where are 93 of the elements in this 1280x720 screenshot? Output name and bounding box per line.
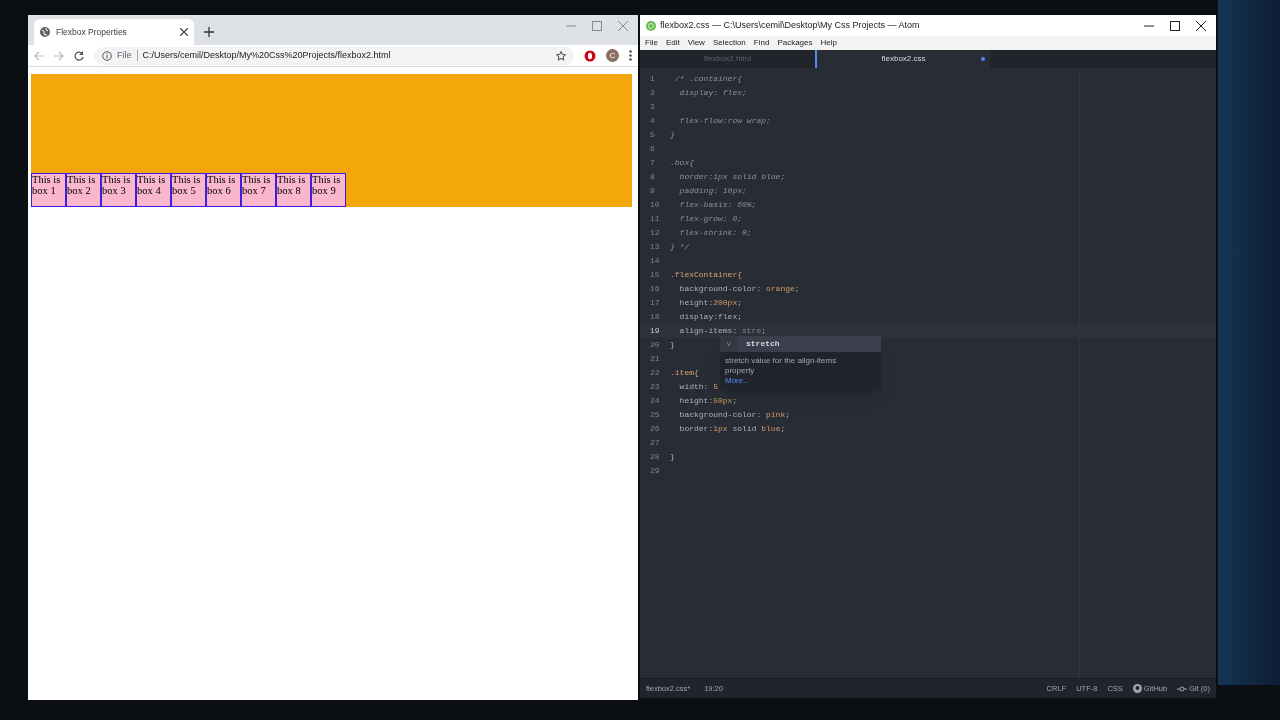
code-line: flex-grow: 0; <box>678 213 742 225</box>
line-number: 6 <box>649 143 656 155</box>
code-line: align-items: stre; <box>678 325 767 337</box>
suggestion-row[interactable]: v stretch <box>720 336 881 352</box>
flex-item: This is box 7 <box>241 173 276 207</box>
star-icon[interactable] <box>556 50 566 61</box>
line-number: 15 <box>649 269 661 281</box>
line-number: 27 <box>649 437 661 449</box>
code-line: flex-shrink: 0; <box>678 227 752 239</box>
code-line: width: 5 <box>678 381 719 393</box>
window-title: flexbox2.css — C:\Users\cemil\Desktop\My Css Projects — Atom <box>660 18 920 32</box>
line-number: 22 <box>649 367 661 379</box>
code-line: flex-flow:row wrap; <box>678 115 771 127</box>
code-line: background-color: pink; <box>678 409 791 421</box>
profile-avatar[interactable]: C <box>606 49 619 62</box>
line-number: 3 <box>649 101 656 113</box>
info-icon[interactable] <box>102 50 112 61</box>
line-number: 11 <box>649 213 661 225</box>
code-line: /* .container{ <box>673 73 742 85</box>
menu-item[interactable]: Find <box>753 37 770 49</box>
browser-tab[interactable]: Flexbox Properties <box>34 19 194 45</box>
maximize-icon[interactable] <box>1170 20 1180 31</box>
code-line: background-color: orange; <box>678 283 800 295</box>
flex-item: This is box 9 <box>311 173 346 207</box>
menu-item[interactable]: File <box>645 37 658 49</box>
close-icon[interactable] <box>1196 20 1206 31</box>
suggestion-description: stretch value for the align-items property <box>725 356 838 376</box>
code-line: display:flex; <box>678 311 742 323</box>
address-bar[interactable]: File C:/Users/cemil/Desktop/My%20Css%20Projects/flexbox2.html <box>94 46 574 65</box>
code-line: display: flex; <box>678 87 747 99</box>
code-line: } */ <box>670 241 690 253</box>
menu-item[interactable]: Help <box>820 37 837 49</box>
line-number: 7 <box>649 157 656 169</box>
menu-item[interactable]: View <box>687 37 705 49</box>
menu-item[interactable]: Edit <box>665 37 680 49</box>
code-line: padding: 10px; <box>678 185 747 197</box>
line-number: 29 <box>649 465 661 477</box>
tab-title: Flexbox Properties <box>56 25 128 39</box>
menu-item[interactable]: Packages <box>777 37 813 49</box>
editor-tab[interactable]: flexbox2.css <box>815 50 990 68</box>
code-line: .box{ <box>670 157 694 169</box>
new-tab-icon[interactable] <box>204 27 214 37</box>
line-number: 16 <box>649 283 661 295</box>
code-line: } <box>670 451 675 463</box>
code-line: height:200px; <box>678 297 743 309</box>
suggestion-text: stretch <box>745 338 780 350</box>
line-number: 20 <box>649 339 661 351</box>
line-number: 8 <box>649 171 656 183</box>
commit-icon <box>1177 685 1188 692</box>
line-number: 9 <box>649 185 656 197</box>
line-number: 5 <box>649 129 656 141</box>
code-line: } <box>670 129 675 141</box>
line-number: 28 <box>649 451 661 463</box>
menu-item[interactable]: Selection <box>712 37 746 49</box>
line-number: 23 <box>649 381 661 393</box>
flex-item: This is box 5 <box>171 173 206 207</box>
close-icon[interactable] <box>180 28 188 36</box>
line-number: 17 <box>649 297 661 309</box>
line-number: 2 <box>649 87 656 99</box>
menu-icon[interactable] <box>629 50 632 61</box>
scheme-label: File <box>117 48 132 62</box>
reload-icon[interactable] <box>74 50 84 61</box>
code-line: .flexContainer{ <box>670 269 742 281</box>
code-line: border:1px solid blue; <box>678 423 786 435</box>
type-badge: v <box>720 336 738 352</box>
line-number: 1 <box>649 73 656 85</box>
flex-item: This is box 8 <box>276 173 311 207</box>
flex-item: This is box 6 <box>206 173 241 207</box>
url-text: C:/Users/cemil/Desktop/My%20Css%20Projects/flexbox2.html <box>142 48 392 62</box>
line-number: 25 <box>649 409 661 421</box>
line-number: 4 <box>649 115 656 127</box>
line-number: 26 <box>649 423 661 435</box>
line-number: 12 <box>649 227 661 239</box>
line-number: 10 <box>649 199 661 211</box>
app-icon <box>646 20 656 31</box>
line-number: 24 <box>649 395 661 407</box>
code-line: flex-basis: 60%; <box>678 199 757 211</box>
line-number: 21 <box>649 353 661 365</box>
extension-icon[interactable] <box>584 49 596 62</box>
code-line: height:50px; <box>678 395 738 407</box>
line-number: 13 <box>649 241 661 253</box>
flex-item: This is box 1 <box>31 173 66 207</box>
line-number: 19 <box>649 325 661 337</box>
code-line: } <box>670 339 675 351</box>
line-number: 18 <box>649 311 661 323</box>
flex-item: This is box 4 <box>136 173 171 207</box>
flex-item: This is box 2 <box>66 173 101 207</box>
flex-item: This is box 3 <box>101 173 136 207</box>
code-line: .item{ <box>670 367 699 379</box>
code-line: border:1px solid blue; <box>678 171 786 183</box>
globe-icon <box>40 27 50 37</box>
line-number: 14 <box>649 255 661 267</box>
more-link[interactable]: More.. <box>725 376 748 385</box>
